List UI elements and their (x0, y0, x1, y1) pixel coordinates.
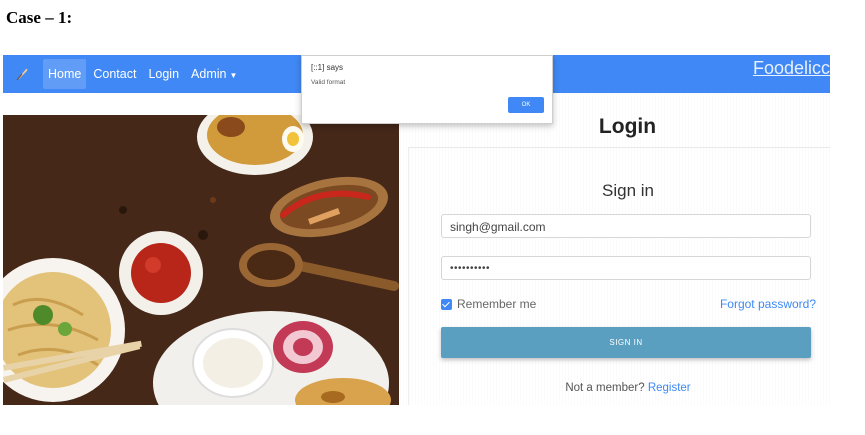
register-link[interactable]: Register (648, 382, 691, 394)
signin-heading: Sign in (602, 181, 654, 200)
remember-label: Remember me (457, 297, 537, 311)
brand-link[interactable]: Foodelicc (753, 58, 830, 79)
sign-in-button[interactable]: SIGN IN (441, 327, 811, 358)
password-field[interactable]: •••••••••• (441, 256, 811, 280)
email-field[interactable]: singh@gmail.com (441, 214, 811, 238)
register-row: Not a member? Register (409, 382, 830, 394)
forgot-password-link[interactable]: Forgot password? (720, 297, 816, 311)
feather-icon[interactable] (11, 63, 33, 85)
food-image (3, 115, 399, 405)
case-label: Case – 1: (6, 8, 73, 27)
caret-down-icon: ▼ (229, 71, 238, 80)
browser-screenshot: Home Contact Login Admin ▼ Foodelicc Logi… (3, 55, 830, 405)
alert-dialog: [::1] says Valid format OK (301, 55, 553, 124)
nav-link-home[interactable]: Home (43, 59, 87, 89)
nav-dropdown-admin[interactable]: Admin ▼ (186, 59, 242, 89)
dialog-message: Valid format (311, 79, 346, 86)
login-panel: Login Sign in singh@gmail.com ••••••••••… (400, 93, 830, 405)
remember-checkbox[interactable] (441, 298, 452, 310)
nav-link-contact[interactable]: Contact (88, 59, 141, 89)
admin-label: Admin (191, 67, 227, 81)
dialog-ok-button[interactable]: OK (508, 97, 544, 113)
nav-link-login[interactable]: Login (143, 59, 184, 89)
signin-card: Sign in singh@gmail.com •••••••••• Remem… (408, 147, 830, 405)
not-member-text: Not a member? (565, 382, 645, 394)
remember-me[interactable]: Remember me (441, 297, 536, 311)
dialog-title: [::1] says (311, 63, 344, 72)
